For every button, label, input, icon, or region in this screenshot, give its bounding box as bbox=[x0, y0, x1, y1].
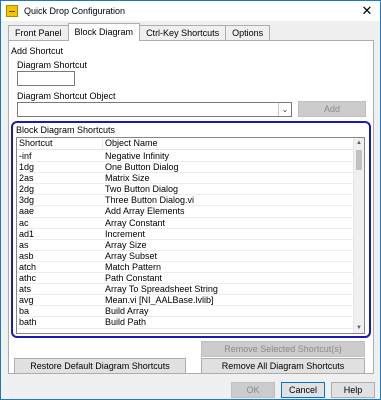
table-row[interactable]: aae Add Array Elements bbox=[17, 206, 354, 218]
table-row[interactable]: 2dg Two Button Dialog bbox=[17, 184, 354, 196]
object-name-cell: Matrix Size bbox=[105, 173, 150, 184]
table-row[interactable]: atch Match Pattern bbox=[17, 261, 354, 274]
help-button[interactable]: Help bbox=[331, 382, 375, 398]
shortcut-cell: 2as bbox=[19, 173, 34, 184]
object-name-cell: Negative Infinity bbox=[105, 151, 170, 161]
add-button[interactable]: Add bbox=[298, 101, 366, 117]
block-diagram-shortcuts-title: Block Diagram Shortcuts bbox=[16, 125, 116, 135]
close-icon[interactable]: ✕ bbox=[358, 2, 376, 20]
table-row[interactable]: 3dg Three Button Dialog.vi bbox=[17, 195, 354, 207]
table-row[interactable]: as Array Size bbox=[17, 240, 354, 251]
tab-options[interactable]: Options bbox=[225, 25, 271, 41]
scroll-down-icon[interactable]: ▼ bbox=[354, 323, 364, 333]
table-row[interactable]: avg Mean.vi [NI_AALBase.lvlib] bbox=[17, 295, 354, 307]
shortcut-cell: ad1 bbox=[19, 228, 35, 239]
window-title: Quick Drop Configuration bbox=[24, 6, 126, 16]
object-name-cell: Path Constant bbox=[105, 273, 163, 284]
restore-default-diagram-shortcuts-button[interactable]: Restore Default Diagram Shortcuts bbox=[14, 358, 186, 374]
object-name-cell: Build Array bbox=[105, 306, 149, 317]
diagram-shortcut-object-label: Diagram Shortcut Object bbox=[17, 91, 116, 101]
list-header: Shortcut Object Name bbox=[17, 138, 354, 150]
shortcut-cell: aae bbox=[19, 206, 35, 217]
shortcut-cell: athc bbox=[19, 273, 37, 284]
remove-all-diagram-shortcuts-button[interactable]: Remove All Diagram Shortcuts bbox=[201, 358, 365, 374]
shortcut-cell: -inf bbox=[19, 151, 32, 161]
shortcut-cell: 3dg bbox=[19, 195, 35, 206]
diagram-shortcut-object-combobox[interactable]: ⌄ bbox=[17, 102, 292, 117]
object-name-cell: Add Array Elements bbox=[105, 206, 185, 217]
shortcut-cell: ac bbox=[19, 217, 29, 228]
shortcut-cell: atch bbox=[19, 261, 37, 272]
labview-app-icon bbox=[6, 5, 18, 17]
tab-ctrl-key-shortcuts[interactable]: Ctrl-Key Shortcuts bbox=[139, 25, 227, 41]
table-row[interactable]: ac Array Constant bbox=[17, 218, 354, 229]
table-row[interactable]: ats Array To Spreadsheet String bbox=[17, 284, 354, 296]
object-name-cell: One Button Dialog bbox=[105, 162, 179, 173]
object-name-cell: Mean.vi [NI_AALBase.lvlib] bbox=[105, 295, 214, 306]
table-row[interactable]: ad1 Increment bbox=[17, 229, 354, 240]
ok-button[interactable]: OK bbox=[231, 382, 275, 398]
remove-selected-shortcuts-button[interactable]: Remove Selected Shortcut(s) bbox=[201, 341, 365, 357]
diagram-shortcut-input[interactable] bbox=[17, 71, 75, 86]
table-row[interactable]: -inf Negative Infinity bbox=[17, 151, 354, 163]
shortcut-rows: -inf Negative Infinity 1dg One Button Dial… bbox=[17, 151, 354, 329]
object-name-cell: Three Button Dialog.vi bbox=[105, 195, 195, 206]
shortcut-cell: as bbox=[19, 239, 29, 250]
shortcut-cell: bath bbox=[19, 317, 37, 328]
add-shortcut-group-title: Add Shortcut bbox=[11, 46, 64, 56]
shortcut-cell: ba bbox=[19, 306, 30, 317]
vertical-scrollbar[interactable]: ▲ ▼ bbox=[353, 138, 364, 333]
table-row[interactable]: 2as Matrix Size bbox=[17, 173, 354, 185]
tab-block-diagram[interactable]: Block Diagram bbox=[67, 23, 141, 41]
scrollbar-thumb[interactable] bbox=[356, 150, 362, 170]
table-row[interactable]: bath Build Path bbox=[17, 317, 354, 329]
shortcut-cell: 2dg bbox=[19, 184, 35, 195]
chevron-down-icon[interactable]: ⌄ bbox=[278, 103, 291, 116]
object-name-cell: Match Pattern bbox=[105, 261, 162, 272]
block-diagram-shortcuts-group: Block Diagram Shortcuts Shortcut Object … bbox=[11, 121, 371, 338]
object-name-cell: Increment bbox=[105, 228, 146, 239]
column-header-shortcut[interactable]: Shortcut bbox=[17, 138, 103, 149]
table-row[interactable]: athc Path Constant bbox=[17, 273, 354, 285]
object-name-cell: Two Button Dialog bbox=[105, 184, 179, 195]
table-row[interactable]: ba Build Array bbox=[17, 306, 354, 318]
shortcuts-list[interactable]: Shortcut Object Name -inf Negative Infini… bbox=[16, 137, 365, 334]
shortcut-cell: asb bbox=[19, 250, 34, 261]
quick-drop-configuration-window: Quick Drop Configuration ✕ Front Panel B… bbox=[0, 0, 381, 400]
shortcut-cell: 1dg bbox=[19, 162, 35, 173]
tab-strip: Front Panel Block Diagram Ctrl-Key Short… bbox=[8, 23, 271, 41]
object-name-cell: Build Path bbox=[105, 317, 147, 328]
scroll-up-icon[interactable]: ▲ bbox=[354, 138, 364, 148]
cancel-button[interactable]: Cancel bbox=[281, 382, 325, 398]
object-name-cell: Array To Spreadsheet String bbox=[105, 284, 218, 295]
shortcut-cell: ats bbox=[19, 284, 32, 295]
table-row[interactable]: 1dg One Button Dialog bbox=[17, 162, 354, 174]
object-name-cell: Array Subset bbox=[105, 250, 158, 261]
column-header-object-name[interactable]: Object Name bbox=[103, 138, 354, 149]
tab-front-panel[interactable]: Front Panel bbox=[8, 25, 69, 41]
diagram-shortcut-label: Diagram Shortcut bbox=[17, 60, 88, 70]
shortcut-cell: avg bbox=[19, 295, 34, 306]
table-row[interactable]: asb Array Subset bbox=[17, 251, 354, 262]
object-name-cell: Array Constant bbox=[105, 217, 166, 228]
title-bar[interactable]: Quick Drop Configuration ✕ bbox=[1, 1, 380, 21]
object-name-cell: Array Size bbox=[105, 239, 147, 250]
